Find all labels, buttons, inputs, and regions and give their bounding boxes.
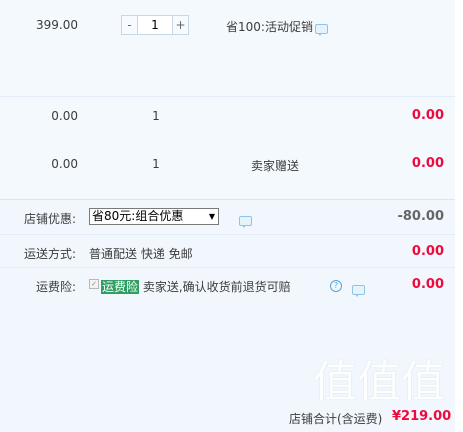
dropdown-arrow-icon: ▼ (208, 212, 215, 221)
insurance-checkbox[interactable]: ✓ (89, 279, 99, 289)
gift-item-total: 0.00 (411, 108, 444, 123)
main-item-price: 399.00 (36, 18, 78, 32)
gift-item-qty: 1 (152, 109, 160, 123)
shipping-label: 运送方式: (23, 247, 76, 261)
message-icon[interactable] (351, 284, 365, 297)
quantity-stepper[interactable]: - 1 + (121, 15, 189, 35)
watermark-logo: 值值值 (313, 357, 445, 408)
message-icon[interactable] (238, 215, 252, 228)
row-divider (0, 267, 455, 268)
gift-item-price: 0.00 (51, 109, 78, 123)
shipping-method: 普通配送 快递 免邮 (89, 247, 193, 261)
gift-item-qty: 1 (152, 157, 160, 171)
shop-discount-amount: -80.00 (397, 209, 444, 224)
gift-item-total: 0.00 (411, 156, 444, 171)
help-icon[interactable]: ? (330, 280, 342, 292)
insurance-label: 运费险: (35, 280, 76, 294)
shop-total-label: 店铺合计(含运费) (289, 412, 383, 426)
shipping-amount: 0.00 (411, 244, 444, 259)
insurance-desc: 卖家送,确认收货前退货可赔 (142, 280, 291, 294)
gift-item-price: 0.00 (51, 157, 78, 171)
row-divider (0, 96, 455, 97)
shop-discount-value: 省80元:组合优惠 (92, 209, 184, 223)
shop-discount-label: 店铺优惠: (23, 212, 76, 226)
row-divider (0, 234, 455, 235)
quantity-input[interactable]: 1 (138, 15, 172, 35)
decrease-button[interactable]: - (121, 15, 138, 35)
shop-total-amount: ¥219.00 (392, 409, 452, 424)
insurance-amount: 0.00 (411, 277, 444, 292)
main-item-row (0, 0, 455, 96)
gift-note: 卖家赠送 (251, 159, 300, 173)
message-icon[interactable] (315, 23, 328, 36)
insurance-info: 运费险 卖家送,确认收货前退货可赔 (101, 278, 291, 295)
increase-button[interactable]: + (172, 15, 189, 35)
insurance-highlight: 运费险 (101, 280, 140, 294)
promo-text: 省100:活动促销 (226, 20, 313, 34)
page-edge (455, 0, 463, 431)
shop-discount-select[interactable]: 省80元:组合优惠 ▼ (89, 208, 219, 225)
